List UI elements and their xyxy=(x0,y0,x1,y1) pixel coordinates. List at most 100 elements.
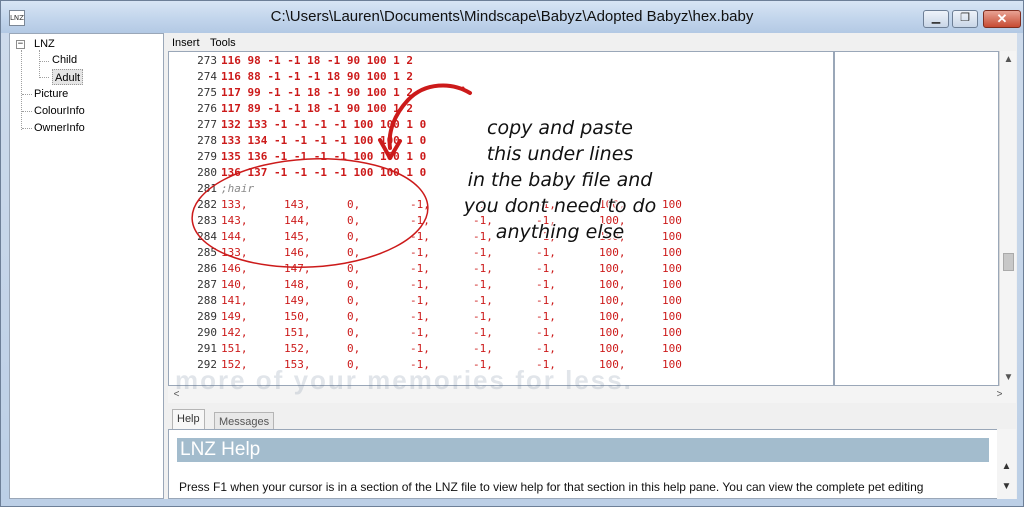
line-cell: 0, xyxy=(347,326,361,339)
close-button[interactable]: ✕ xyxy=(983,10,1021,28)
line-cell: 146, xyxy=(284,246,311,259)
tree-item-lnz[interactable]: LNZ xyxy=(34,36,55,52)
line-cell: 100 xyxy=(662,310,682,323)
line-cell: -1, xyxy=(473,326,493,339)
line-cell: 145, xyxy=(284,230,311,243)
code-line[interactable]: 289 149, 150, 0, -1, -1, -1, 100, 100 xyxy=(169,309,829,325)
line-text: 151, 152, 0, -1, -1, -1, 100, 100 xyxy=(221,341,725,357)
line-cell: -1, xyxy=(536,278,556,291)
line-cell: 142, xyxy=(221,326,248,339)
line-text: 116 98 -1 -1 18 -1 90 100 1 2 xyxy=(221,54,414,67)
tree-item-child[interactable]: Child xyxy=(52,52,77,68)
line-cell: 149, xyxy=(221,310,248,323)
line-cell: -1, xyxy=(410,278,430,291)
tree-item-ownerinfo[interactable]: OwnerInfo xyxy=(34,120,85,136)
line-text: 140, 148, 0, -1, -1, -1, 100, 100 xyxy=(221,277,725,293)
line-cell: 0, xyxy=(347,262,361,275)
line-number: 275 xyxy=(197,86,217,99)
tree-guide-line xyxy=(22,128,32,129)
code-line[interactable]: 274 116 88 -1 -1 -1 18 90 100 1 2 xyxy=(169,69,829,85)
scroll-right-icon[interactable]: > xyxy=(991,386,1008,403)
tree-item-colourinfo[interactable]: ColourInfo xyxy=(34,103,85,119)
code-line[interactable]: 291 151, 152, 0, -1, -1, -1, 100, 100 xyxy=(169,341,829,357)
annotation-line: copy and paste xyxy=(487,117,633,139)
minimize-button[interactable]: ▁ xyxy=(923,10,949,28)
code-line[interactable]: 288 141, 149, 0, -1, -1, -1, 100, 100 xyxy=(169,293,829,309)
chevron-down-icon[interactable]: ▼ xyxy=(997,479,1016,495)
line-cell: 0, xyxy=(347,310,361,323)
line-cell: 144, xyxy=(284,214,311,227)
collapse-icon[interactable]: − xyxy=(16,40,25,49)
line-number: 273 xyxy=(197,54,217,67)
line-cell: 100, xyxy=(599,342,626,355)
line-cell: -1, xyxy=(473,342,493,355)
title-bar[interactable]: LNZ C:\Users\Lauren\Documents\Mindscape\… xyxy=(1,1,1023,33)
menu-bar: Insert Tools xyxy=(168,34,318,52)
tree-guide-line xyxy=(39,61,49,62)
app-window: LNZ C:\Users\Lauren\Documents\Mindscape\… xyxy=(0,0,1024,507)
line-cell: -1, xyxy=(473,294,493,307)
line-text: 149, 150, 0, -1, -1, -1, 100, 100 xyxy=(221,309,725,325)
tab-messages[interactable]: Messages xyxy=(214,412,275,429)
line-cell: 143, xyxy=(284,198,311,211)
line-cell: -1, xyxy=(410,246,430,259)
tree-item-picture[interactable]: Picture xyxy=(34,86,68,102)
line-cell: -1, xyxy=(536,262,556,275)
line-cell: 146, xyxy=(221,262,248,275)
annotation-line: anything else xyxy=(495,221,625,243)
line-number: 284 xyxy=(197,230,217,243)
annotation-note: copy and paste this under lines in the b… xyxy=(440,115,680,245)
help-text: Press F1 when your cursor is in a sectio… xyxy=(179,480,924,494)
line-cell: 133, xyxy=(221,198,248,211)
line-cell: 147, xyxy=(284,262,311,275)
line-text: 141, 149, 0, -1, -1, -1, 100, 100 xyxy=(221,293,725,309)
maximize-button[interactable]: ❐ xyxy=(952,10,978,28)
line-cell: 0, xyxy=(347,246,361,259)
help-heading: LNZ Help xyxy=(177,438,989,462)
line-cell: 0, xyxy=(347,342,361,355)
code-line[interactable]: 287 140, 148, 0, -1, -1, -1, 100, 100 xyxy=(169,277,829,293)
chevron-up-icon[interactable]: ▲ xyxy=(997,459,1016,475)
menu-tools[interactable]: Tools xyxy=(210,37,236,49)
scroll-thumb[interactable] xyxy=(1003,253,1014,271)
editor-vertical-scrollbar[interactable]: ▲ ▼ xyxy=(999,51,1016,386)
tab-help[interactable]: Help xyxy=(172,409,205,429)
code-line[interactable]: 273 116 98 -1 -1 18 -1 90 100 1 2 xyxy=(169,53,829,69)
line-number: 287 xyxy=(197,278,217,291)
line-cell: 151, xyxy=(221,342,248,355)
line-number: 291 xyxy=(197,342,217,355)
line-number: 281 xyxy=(197,182,217,195)
tree-item-adult[interactable]: Adult xyxy=(52,69,84,85)
annotation-line: in the baby file and xyxy=(467,169,653,191)
line-cell: 100 xyxy=(662,278,682,291)
line-number: 285 xyxy=(197,246,217,259)
line-number: 276 xyxy=(197,102,217,115)
code-line[interactable]: 286 146, 147, 0, -1, -1, -1, 100, 100 xyxy=(169,261,829,277)
code-line[interactable]: 285 133, 146, 0, -1, -1, -1, 100, 100 xyxy=(169,245,829,261)
help-scrollbar[interactable]: ▲ ▼ xyxy=(997,429,1016,499)
scroll-down-icon[interactable]: ▼ xyxy=(1000,369,1017,386)
code-line[interactable]: 290 142, 151, 0, -1, -1, -1, 100, 100 xyxy=(169,325,829,341)
tree-guide-line xyxy=(39,50,40,78)
menu-insert[interactable]: Insert xyxy=(172,37,200,49)
line-text: 133 134 -1 -1 -1 -1 100 100 1 0 xyxy=(221,134,427,147)
code-line[interactable]: 275 117 99 -1 -1 18 -1 90 100 1 2 xyxy=(169,85,829,101)
line-cell: 100 xyxy=(662,246,682,259)
help-pane: LNZ Help Press F1 when your cursor is in… xyxy=(168,429,1016,499)
annotation-line: you dont need to do xyxy=(463,195,657,217)
line-cell: 100, xyxy=(599,262,626,275)
line-cell: 100 xyxy=(662,358,682,371)
line-cell: 100 xyxy=(662,342,682,355)
line-number: 274 xyxy=(197,70,217,83)
line-cell: -1, xyxy=(473,310,493,323)
line-cell: -1, xyxy=(410,310,430,323)
line-number: 286 xyxy=(197,262,217,275)
line-text: 146, 147, 0, -1, -1, -1, 100, 100 xyxy=(221,261,725,277)
line-cell: -1, xyxy=(536,294,556,307)
line-text: 117 89 -1 -1 18 -1 90 100 1 2 xyxy=(221,102,414,115)
line-cell: -1, xyxy=(473,262,493,275)
section-tree[interactable]: − LNZ Child Adult Picture ColourInfo Own… xyxy=(9,33,164,499)
line-cell: 100, xyxy=(599,294,626,307)
line-cell: -1, xyxy=(410,326,430,339)
scroll-up-icon[interactable]: ▲ xyxy=(1000,51,1017,68)
